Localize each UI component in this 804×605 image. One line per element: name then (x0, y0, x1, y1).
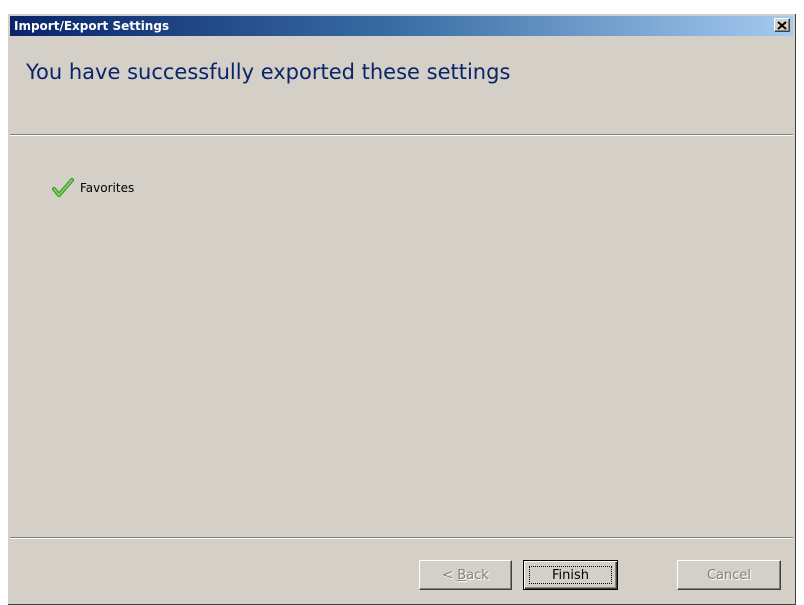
back-button[interactable]: < Back (419, 560, 512, 590)
export-results-list: Favorites (52, 178, 134, 198)
header-divider (10, 134, 793, 136)
list-item: Favorites (52, 178, 134, 198)
cancel-button-label: Cancel (706, 567, 752, 583)
close-button[interactable] (774, 18, 790, 32)
close-icon (777, 20, 787, 30)
result-label-favorites: Favorites (80, 181, 135, 195)
finish-button[interactable]: Finish (523, 560, 618, 590)
wizard-header: You have successfully exported these set… (8, 38, 796, 134)
cancel-button[interactable]: Cancel (677, 560, 781, 590)
back-button-label: < Back (442, 567, 489, 583)
window-title: Import/Export Settings (14, 19, 170, 33)
import-export-dialog: Import/Export Settings You have successf… (7, 13, 796, 605)
title-bar[interactable]: Import/Export Settings (10, 16, 793, 36)
footer-divider (10, 537, 793, 539)
checkmark-icon (52, 178, 74, 197)
page-heading: You have successfully exported these set… (26, 60, 511, 84)
finish-button-label: Finish (551, 567, 589, 583)
